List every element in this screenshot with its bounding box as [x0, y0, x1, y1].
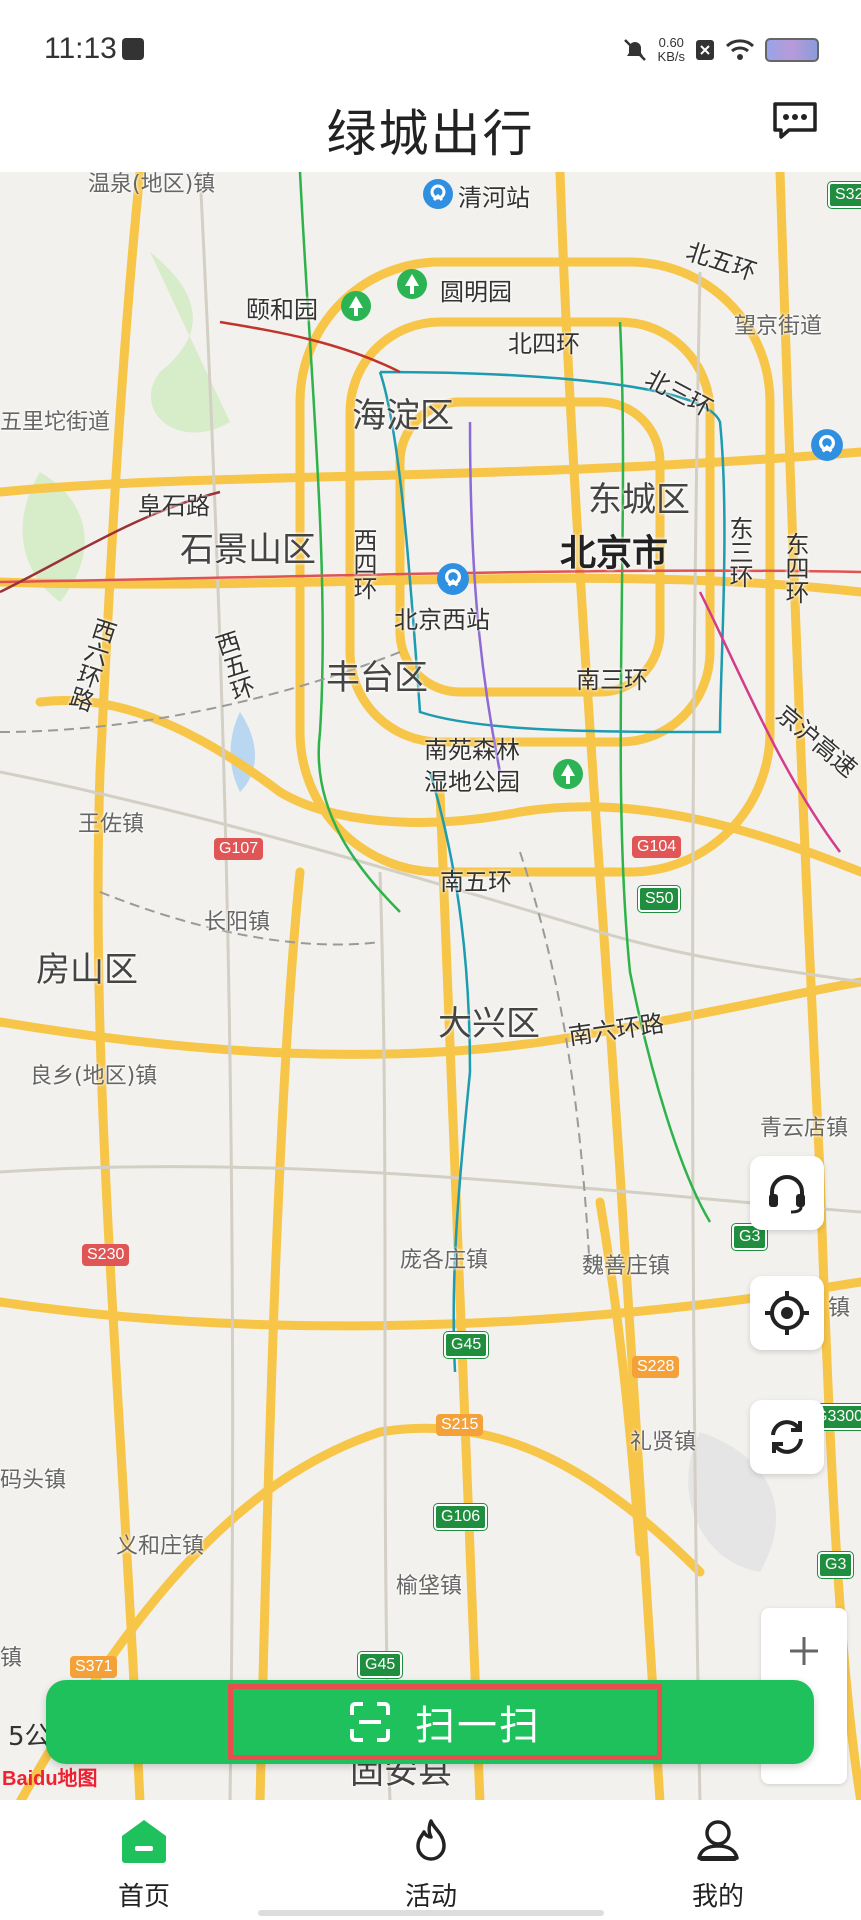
net-speed-value: 0.60: [658, 35, 684, 50]
highway-badge: S371: [70, 1656, 118, 1678]
map-label: 颐和园: [246, 296, 318, 324]
map-label: 东三环: [725, 516, 753, 588]
notification-icon: [122, 38, 144, 60]
subway-icon: [437, 563, 469, 595]
map-label: 义和庄镇: [116, 1534, 205, 1559]
mute-bell-icon: [623, 39, 646, 61]
map-label: 北京市: [560, 533, 669, 574]
map-label: 长阳镇: [204, 910, 271, 935]
highway-badge: S215: [436, 1414, 484, 1436]
scan-label: 扫一扫: [415, 1703, 541, 1749]
map-label: 榆垡镇: [396, 1574, 463, 1599]
map-label: 南三环: [576, 666, 648, 694]
refresh-button[interactable]: [750, 1400, 824, 1474]
subway-icon: [811, 429, 843, 461]
battery-icon: [765, 38, 819, 62]
plus-icon: [790, 1637, 818, 1665]
message-icon[interactable]: [771, 100, 819, 140]
map-label: 魏善庄镇: [582, 1254, 671, 1279]
map-label: 北京西站: [394, 606, 490, 634]
map-view[interactable]: 温泉(地区)镇 清河站 北五环 颐和园 圆明园 望京街道 北四环 五里坨街道 海…: [0, 172, 861, 1802]
scan-icon: [350, 1702, 390, 1742]
map-label: 东城区: [588, 480, 690, 520]
net-speed: 0.60 KB/s: [658, 36, 685, 64]
scan-button[interactable]: 扫一扫: [228, 1684, 662, 1760]
flame-icon: [416, 1819, 446, 1861]
map-label: 清河站: [458, 184, 530, 212]
tab-home-label: 首页: [117, 1882, 170, 1912]
highway-badge: G45: [356, 1651, 404, 1679]
tab-activity-label: 活动: [404, 1882, 457, 1912]
map-label: 南苑森林: [424, 736, 520, 764]
map-label: 阜石路: [138, 492, 210, 520]
map-label: 石景山区: [180, 530, 316, 570]
user-icon: [697, 1820, 739, 1861]
highway-badge: S230: [82, 1244, 130, 1266]
map-label: 码头镇: [0, 1468, 67, 1493]
status-bar: 11:13 0.60 KB/s: [0, 0, 861, 80]
park-icon: [397, 269, 427, 299]
status-time: 11:13: [44, 32, 117, 65]
net-speed-unit: KB/s: [657, 49, 685, 64]
map-label: 湿地公园: [424, 768, 520, 796]
highway-badge: G104: [632, 836, 682, 858]
map-label: 庞各庄镇: [400, 1248, 489, 1273]
map-label: 镇: [828, 1296, 851, 1321]
map-label: 西四环: [349, 528, 377, 600]
locate-icon: [765, 1291, 809, 1335]
map-label: 青云店镇: [760, 1116, 849, 1141]
map-label: 丰台区: [326, 658, 428, 698]
map-label: 五里坨街道: [0, 410, 111, 435]
map-label: 礼贤镇: [630, 1430, 697, 1455]
map-label: 望京街道: [734, 314, 823, 339]
map-label: 南五环: [440, 868, 512, 896]
highway-badge: S228: [632, 1356, 680, 1378]
tab-mine-label: 我的: [691, 1882, 744, 1912]
locate-button[interactable]: [750, 1276, 824, 1350]
wifi-icon: [725, 39, 755, 60]
home-icon: [122, 1820, 166, 1863]
highway-badge: S50: [636, 885, 682, 913]
highway-badge: G3: [816, 1551, 855, 1579]
page-title: 绿城出行: [326, 105, 535, 163]
tab-home[interactable]: 首页: [74, 1818, 214, 1913]
map-label: 温泉(地区)镇: [88, 172, 216, 197]
park-icon: [553, 759, 583, 789]
baidu-map-logo: Baidu地图: [2, 1768, 98, 1790]
map-label: 王佐镇: [78, 812, 145, 837]
map-label: 房山区: [36, 950, 138, 990]
refresh-icon: [771, 1420, 803, 1454]
park-icon: [341, 291, 371, 321]
map-scale: 5公: [8, 1722, 51, 1752]
map-label: 北四环: [508, 330, 580, 358]
map-label: 东四环: [781, 532, 809, 604]
map-label: 海淀区: [352, 396, 454, 436]
status-icons: 0.60 KB/s: [622, 32, 819, 68]
highway-badge: G107: [214, 838, 264, 860]
customer-service-button[interactable]: [750, 1156, 824, 1230]
highway-badge: G106: [432, 1503, 489, 1531]
highway-badge: S32: [826, 181, 861, 209]
tab-activity[interactable]: 活动: [361, 1818, 501, 1913]
headset-icon: [769, 1175, 805, 1214]
tab-mine[interactable]: 我的: [648, 1818, 788, 1913]
map-label: 圆明园: [440, 278, 512, 306]
home-indicator[interactable]: [258, 1910, 604, 1916]
map-label: 镇: [0, 1646, 23, 1671]
map-label: 大兴区: [438, 1004, 540, 1044]
map-label: 良乡(地区)镇: [30, 1064, 158, 1089]
subway-icon: [423, 179, 453, 209]
highway-badge: G45: [442, 1331, 490, 1359]
sim-off-icon: [696, 40, 714, 60]
